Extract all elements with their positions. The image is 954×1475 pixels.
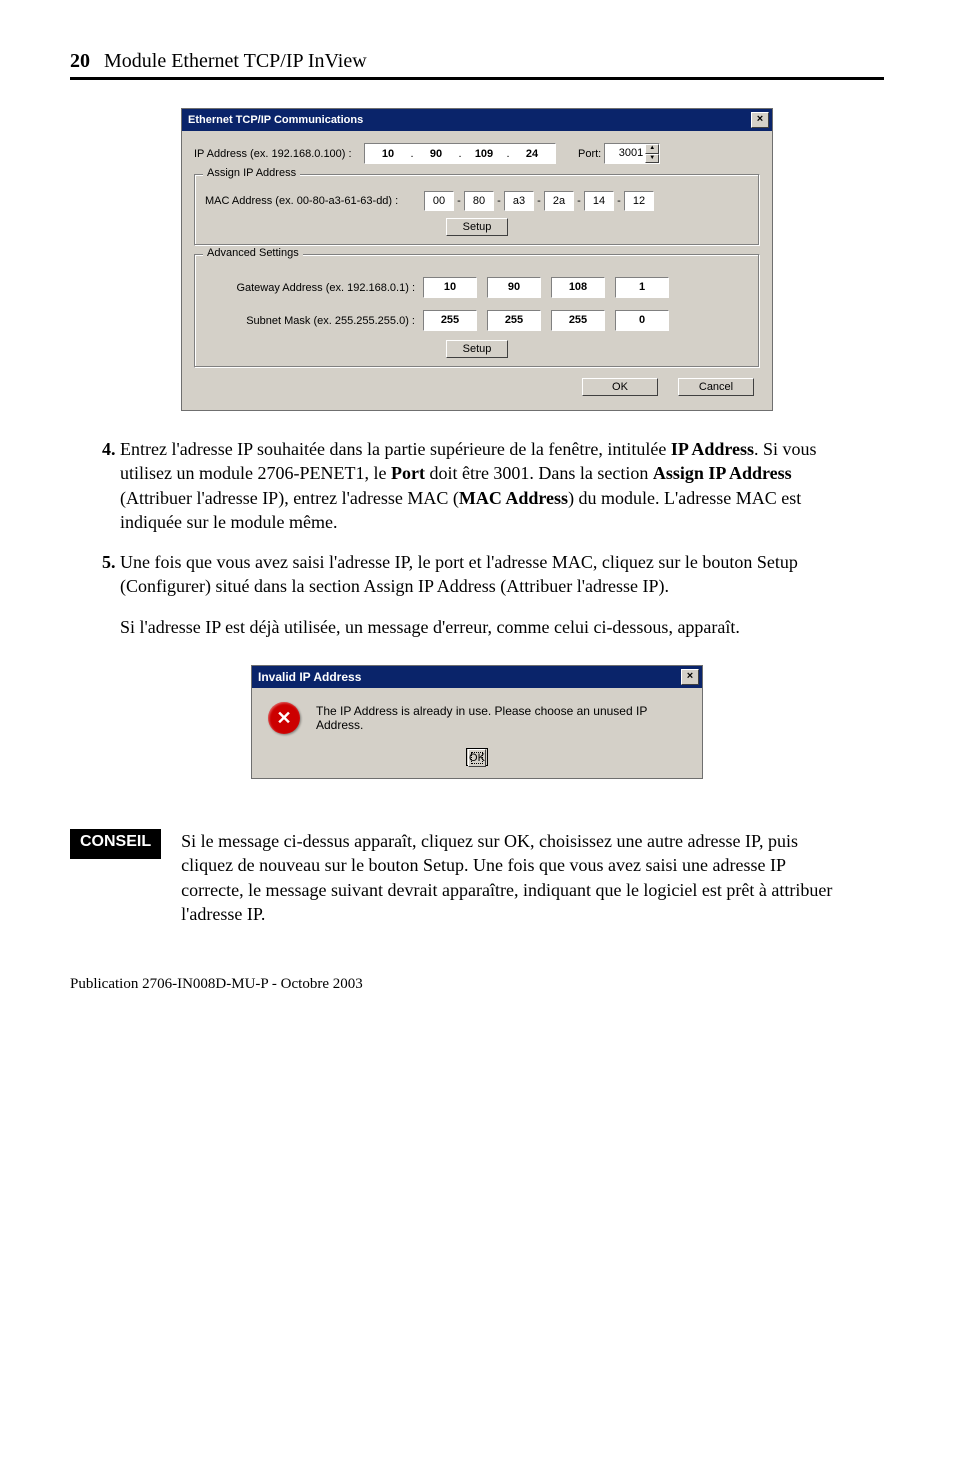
port-input[interactable]: 3001 ▲ ▼ <box>604 143 660 164</box>
advanced-legend: Advanced Settings <box>203 247 303 259</box>
ip-seg-4[interactable]: 24 <box>511 148 553 160</box>
mac-seg-1[interactable]: 00 <box>424 191 454 211</box>
gateway-label: Gateway Address (ex. 192.168.0.1) : <box>205 282 423 294</box>
spin-up-icon[interactable]: ▲ <box>645 144 659 154</box>
invalid-ip-title: Invalid IP Address <box>258 670 361 684</box>
ip-address-label: IP Address (ex. 192.168.0.100) : <box>194 148 364 160</box>
ok-button[interactable]: OK <box>582 378 658 396</box>
tip-text: Si le message ci-dessus apparaît, clique… <box>181 829 854 926</box>
publication-footer: Publication 2706-IN008D-MU-P - Octobre 2… <box>70 976 884 993</box>
subnet-seg-4[interactable]: 0 <box>615 310 669 331</box>
ip-seg-3[interactable]: 109 <box>463 148 505 160</box>
gateway-seg-2[interactable]: 90 <box>487 277 541 298</box>
ip-seg-2[interactable]: 90 <box>415 148 457 160</box>
spin-down-icon[interactable]: ▼ <box>645 154 659 164</box>
invalid-ip-dialog: Invalid IP Address × ✕ The IP Address is… <box>251 665 703 779</box>
tip-row: CONSEIL Si le message ci-dessus apparaît… <box>70 829 854 926</box>
mac-seg-2[interactable]: 80 <box>464 191 494 211</box>
cancel-button[interactable]: Cancel <box>678 378 754 396</box>
advanced-settings-group: Advanced Settings Gateway Address (ex. 1… <box>194 254 760 368</box>
dialog-title: Ethernet TCP/IP Communications <box>188 114 363 126</box>
subnet-seg-1[interactable]: 255 <box>423 310 477 331</box>
gateway-seg-4[interactable]: 1 <box>615 277 669 298</box>
advanced-setup-button[interactable]: Setup <box>446 340 509 358</box>
mac-seg-6[interactable]: 12 <box>624 191 654 211</box>
gateway-seg-1[interactable]: 10 <box>423 277 477 298</box>
close-icon[interactable]: × <box>751 112 769 128</box>
ethernet-dialog: Ethernet TCP/IP Communications × IP Addr… <box>181 108 773 411</box>
invalid-ip-ok-button[interactable]: OK <box>468 749 486 767</box>
dialog-titlebar[interactable]: Ethernet TCP/IP Communications × <box>182 109 772 131</box>
ip-seg-1[interactable]: 10 <box>367 148 409 160</box>
port-spinner[interactable]: ▲ ▼ <box>645 144 659 163</box>
invalid-ip-ok-wrapper: OK <box>466 748 488 766</box>
subnet-seg-3[interactable]: 255 <box>551 310 605 331</box>
gateway-seg-3[interactable]: 108 <box>551 277 605 298</box>
assign-ip-legend: Assign IP Address <box>203 167 300 179</box>
port-label: Port: <box>578 148 601 160</box>
subnet-seg-2[interactable]: 255 <box>487 310 541 331</box>
ip-address-input[interactable]: 10. 90. 109. 24 <box>364 143 556 164</box>
mac-seg-4[interactable]: 2a <box>544 191 574 211</box>
subnet-label: Subnet Mask (ex. 255.255.255.0) : <box>205 315 423 327</box>
assign-ip-group: Assign IP Address MAC Address (ex. 00-80… <box>194 174 760 246</box>
header-title: Module Ethernet TCP/IP InView <box>104 50 367 73</box>
step-4: Entrez l'adresse IP souhaitée dans la pa… <box>120 437 854 534</box>
step-5: Une fois que vous avez saisi l'adresse I… <box>120 550 854 599</box>
tip-badge: CONSEIL <box>70 829 161 859</box>
page-header: 20 Module Ethernet TCP/IP InView <box>70 50 884 80</box>
close-icon[interactable]: × <box>681 669 699 685</box>
error-icon: ✕ <box>268 702 300 734</box>
assign-setup-button[interactable]: Setup <box>446 218 509 236</box>
invalid-ip-titlebar[interactable]: Invalid IP Address × <box>252 666 702 688</box>
mac-seg-5[interactable]: 14 <box>584 191 614 211</box>
followup-paragraph: Si l'adresse IP est déjà utilisée, un me… <box>120 615 884 639</box>
page-number: 20 <box>70 50 90 73</box>
mac-address-label: MAC Address (ex. 00-80-a3-61-63-dd) : <box>205 195 423 207</box>
invalid-ip-message: The IP Address is already in use. Please… <box>316 704 686 732</box>
port-value[interactable]: 3001 <box>605 144 645 163</box>
mac-seg-3[interactable]: a3 <box>504 191 534 211</box>
